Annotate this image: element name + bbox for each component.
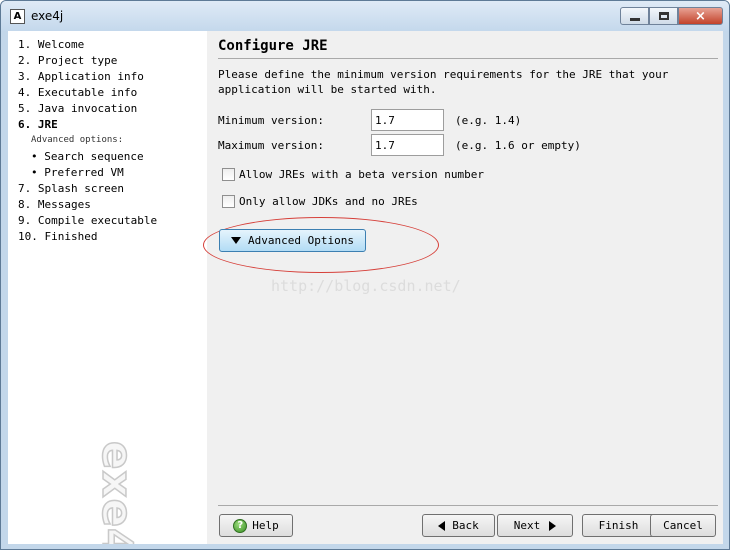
max-version-label: Maximum version: xyxy=(218,139,324,152)
step-java-invocation[interactable]: 5. Java invocation xyxy=(18,102,137,115)
cancel-button[interactable]: Cancel xyxy=(650,514,716,537)
allow-beta-row[interactable]: Allow JREs with a beta version number xyxy=(222,168,484,181)
step-search-sequence[interactable]: • Search sequence xyxy=(31,150,144,163)
main-panel: Configure JRE Please define the minimum … xyxy=(203,31,723,544)
minimize-button[interactable] xyxy=(620,7,649,25)
step-project-type[interactable]: 2. Project type xyxy=(18,54,117,67)
help-button[interactable]: ? Help xyxy=(219,514,293,537)
window-title: exe4j xyxy=(31,9,64,23)
next-button[interactable]: Next xyxy=(497,514,573,537)
close-icon: × xyxy=(695,8,706,24)
step-splash-screen[interactable]: 7. Splash screen xyxy=(18,182,124,195)
max-version-hint: (e.g. 1.6 or empty) xyxy=(455,139,581,152)
min-version-label: Minimum version: xyxy=(218,114,324,127)
minimize-icon xyxy=(629,17,640,21)
window-controls: × xyxy=(620,7,723,25)
title-bar[interactable]: A exe4j × xyxy=(1,1,729,31)
title-divider xyxy=(218,58,718,59)
advanced-options-label: Advanced Options xyxy=(248,234,354,247)
footer-divider xyxy=(218,505,718,506)
page-description: Please define the minimum version requir… xyxy=(218,68,669,96)
next-label: Next xyxy=(513,519,541,532)
step-jre-current[interactable]: 6. JRE xyxy=(18,118,58,131)
app-icon[interactable]: A xyxy=(10,9,25,24)
help-icon: ? xyxy=(233,518,248,533)
step-compile-executable[interactable]: 9. Compile executable xyxy=(18,214,157,227)
only-jdks-label: Only allow JDKs and no JREs xyxy=(239,195,418,208)
finish-button[interactable]: Finish xyxy=(582,514,655,537)
allow-beta-label: Allow JREs with a beta version number xyxy=(239,168,485,181)
back-label: Back xyxy=(452,519,479,532)
advanced-options-button[interactable]: Advanced Options xyxy=(219,229,366,252)
step-messages[interactable]: 8. Messages xyxy=(18,198,91,211)
arrow-right-icon xyxy=(549,520,557,531)
step-finished[interactable]: 10. Finished xyxy=(18,230,97,243)
min-version-field[interactable] xyxy=(371,109,444,131)
triangle-down-icon xyxy=(231,237,242,244)
watermark-text: http://blog.csdn.net/ xyxy=(271,277,461,295)
back-button[interactable]: Back xyxy=(422,514,495,537)
exe4j-logo: exe4j xyxy=(92,440,143,544)
only-jdks-checkbox[interactable] xyxy=(222,195,235,208)
maximize-icon xyxy=(658,12,669,20)
help-label: Help xyxy=(252,519,279,532)
finish-label: Finish xyxy=(598,519,639,532)
page-title: Configure JRE xyxy=(218,38,328,54)
allow-beta-checkbox[interactable] xyxy=(222,168,235,181)
cancel-label: Cancel xyxy=(663,519,703,532)
only-jdks-row[interactable]: Only allow JDKs and no JREs xyxy=(222,195,418,208)
app-window: A exe4j × 1. Welcome 2. Project type 3. … xyxy=(0,0,730,550)
step-application-info[interactable]: 3. Application info xyxy=(18,70,144,83)
step-executable-info[interactable]: 4. Executable info xyxy=(18,86,137,99)
min-version-hint: (e.g. 1.4) xyxy=(455,114,522,127)
maximize-button[interactable] xyxy=(649,7,678,25)
advanced-options-heading: Advanced options: xyxy=(31,135,124,145)
step-preferred-vm[interactable]: • Preferred VM xyxy=(31,166,124,179)
wizard-body: 1. Welcome 2. Project type 3. Applicatio… xyxy=(8,31,723,544)
max-version-field[interactable] xyxy=(371,134,444,156)
step-welcome[interactable]: 1. Welcome xyxy=(18,38,84,51)
wizard-sidebar: 1. Welcome 2. Project type 3. Applicatio… xyxy=(8,31,207,544)
arrow-left-icon xyxy=(438,520,446,531)
close-button[interactable]: × xyxy=(678,7,723,25)
